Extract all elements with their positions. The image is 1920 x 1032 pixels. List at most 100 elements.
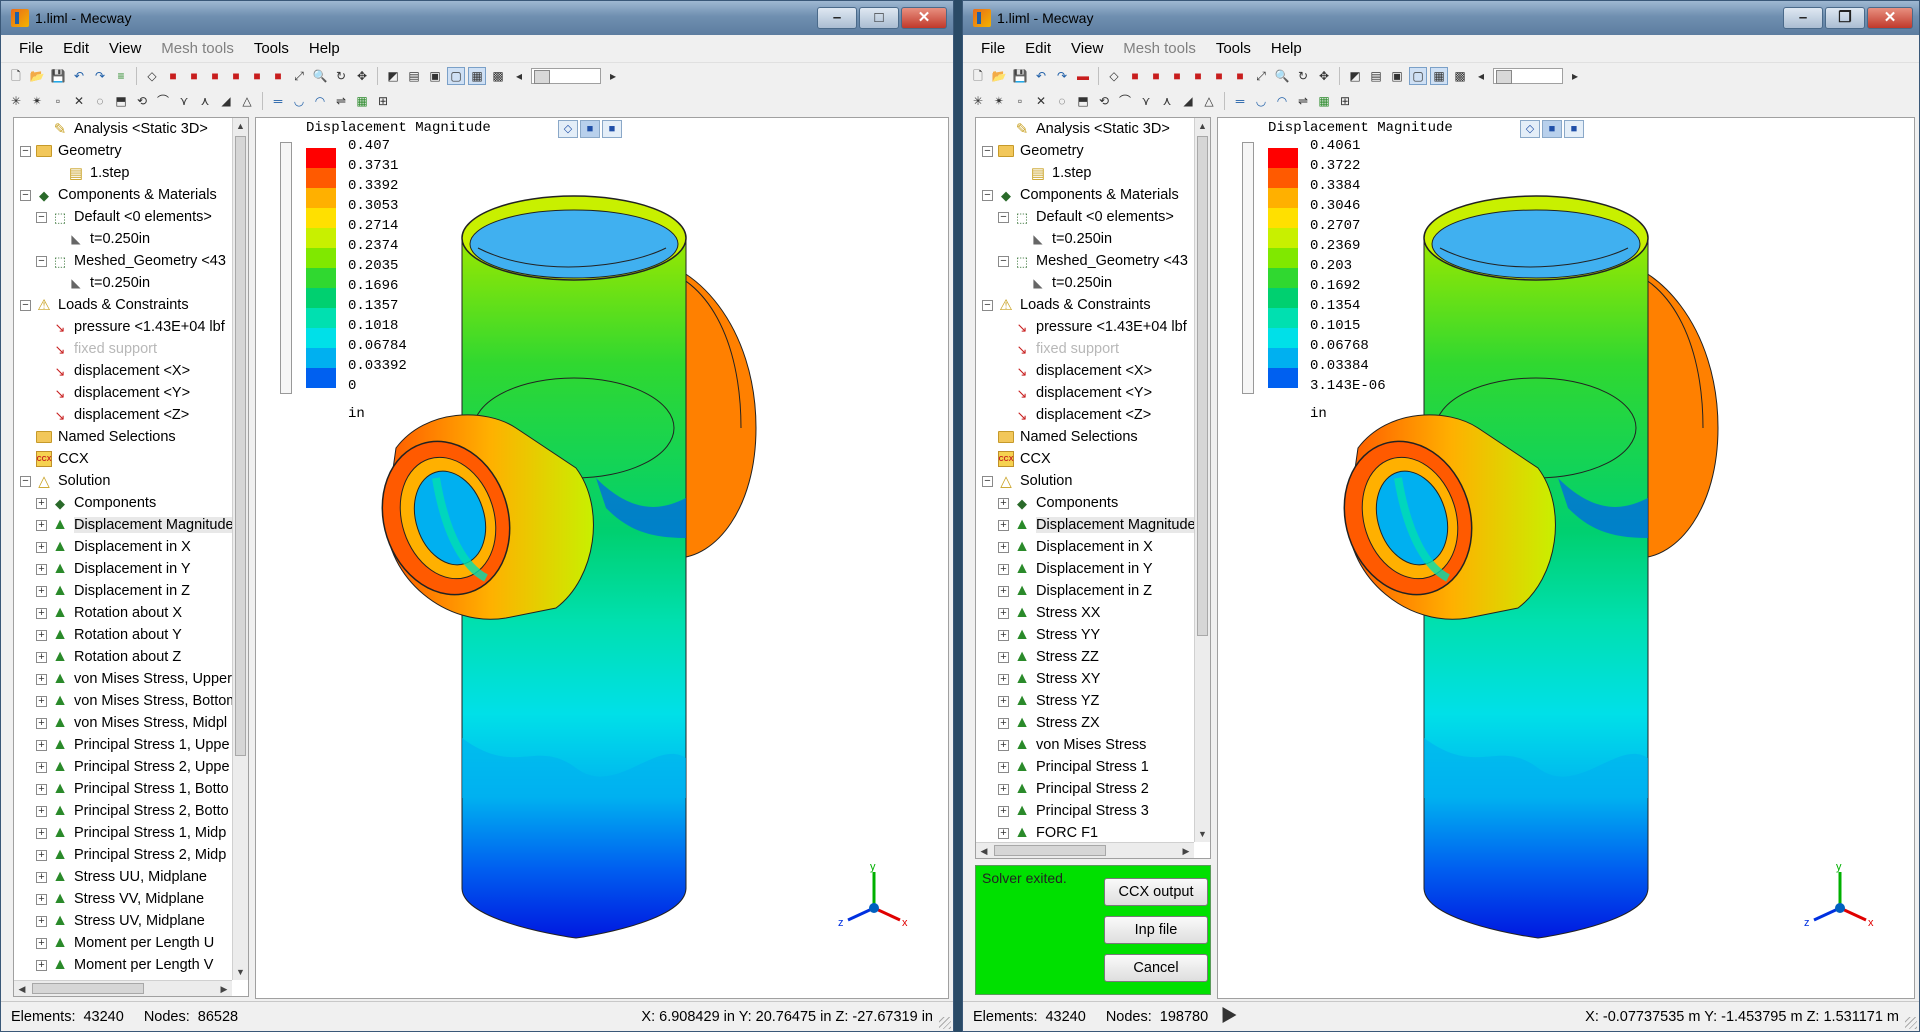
tree-item[interactable]: + ▲ Principal Stress 1, Midp	[14, 822, 232, 844]
dimension-icon[interactable]: ⇌	[332, 92, 350, 110]
tree-item[interactable]: ↘ displacement <Y>	[976, 382, 1194, 404]
sweep-icon[interactable]: ⌒	[154, 92, 172, 110]
convert-icon[interactable]: ◢	[217, 92, 235, 110]
menu-help[interactable]: Help	[1261, 40, 1312, 57]
tree-item[interactable]: + ▲ Stress YY	[976, 624, 1194, 646]
tree-item[interactable]: + ▲ von Mises Stress, Bottom	[14, 690, 238, 712]
minimize-button[interactable]: –	[1783, 7, 1823, 29]
tree-item[interactable]: − ⬚ Default <0 elements>	[14, 206, 232, 228]
tree-item[interactable]: ↘ displacement <X>	[14, 360, 232, 382]
chevron-right-icon[interactable]: ▸	[1566, 67, 1584, 85]
tree-vertical-scrollbar[interactable]: ▲ ▼	[232, 118, 248, 980]
grid-icon[interactable]: ⊞	[374, 92, 392, 110]
collapse-icon[interactable]: −	[36, 255, 47, 267]
tree-item[interactable]: ↘ displacement <Y>	[14, 382, 232, 404]
tree-item[interactable]: CCX CCX	[976, 448, 1194, 470]
scroll-right-icon[interactable]: ▶	[216, 981, 232, 996]
expand-icon[interactable]: +	[36, 673, 47, 685]
expand-icon[interactable]: +	[998, 497, 1009, 509]
tree-item[interactable]: + ▲ Rotation about Z	[14, 646, 232, 668]
expand-icon[interactable]: +	[998, 805, 1009, 817]
tree-item[interactable]: + ▲ Principal Stress 2, Uppe	[14, 756, 232, 778]
view-bottom-icon[interactable]: ■	[269, 67, 287, 85]
view-right-icon[interactable]: ■	[227, 67, 245, 85]
tree-item[interactable]: ◣ t=0.250in	[14, 228, 232, 250]
revolve-icon[interactable]: ⟲	[133, 92, 151, 110]
tree-item[interactable]: + ▲ Principal Stress 1, Uppe	[14, 734, 232, 756]
new-file-icon[interactable]: 🗋	[969, 67, 987, 85]
tree-item[interactable]: − ⚠ Loads & Constraints	[976, 294, 1194, 316]
graphics-viewport[interactable]: Displacement Magnitude ◇ ■ ■ 0.407 0.3731…	[255, 117, 949, 999]
expand-icon[interactable]: +	[36, 893, 47, 905]
tree-item[interactable]: + ▲ Stress UV, Midplane	[14, 910, 232, 932]
tree-item[interactable]: + ▲ Principal Stress 1	[976, 756, 1194, 778]
scroll-thumb[interactable]	[1197, 136, 1208, 636]
close-button[interactable]: ✕	[901, 7, 947, 29]
chevron-left-icon[interactable]: ◂	[1472, 67, 1490, 85]
tee-pipe-contour-plot[interactable]	[1298, 178, 1838, 978]
menu-tools[interactable]: Tools	[1206, 40, 1261, 57]
view-top-icon[interactable]: ■	[248, 67, 266, 85]
tee-pipe-contour-plot[interactable]	[336, 178, 876, 978]
tree-item[interactable]: − Geometry	[976, 140, 1194, 162]
tree-item[interactable]: ▤ 1.step	[976, 162, 1194, 184]
shading-icon[interactable]: ▤	[1367, 67, 1385, 85]
expand-icon[interactable]: +	[36, 651, 47, 663]
tree-item[interactable]: + ◆ Components	[976, 492, 1194, 514]
tree-item[interactable]: + ▲ Stress ZZ	[976, 646, 1194, 668]
arc-tool-icon[interactable]: ◡	[290, 92, 308, 110]
close-button[interactable]: ✕	[1867, 7, 1913, 29]
color-map-icon[interactable]: ▦	[353, 92, 371, 110]
tree-item[interactable]: + ▲ Displacement in Z	[976, 580, 1194, 602]
legend-range-slider[interactable]	[1242, 142, 1254, 394]
grid-icon[interactable]: ⊞	[1336, 92, 1354, 110]
tree-item[interactable]: + ▲ von Mises Stress	[976, 734, 1194, 756]
title-bar[interactable]: 1.liml - Mecway – □ ✕	[1, 1, 953, 35]
expand-icon[interactable]: +	[998, 673, 1009, 685]
menu-tools[interactable]: Tools	[244, 40, 299, 57]
triangle-icon[interactable]: △	[238, 92, 256, 110]
mesh-view-icon[interactable]: ▩	[489, 67, 507, 85]
triangle-icon[interactable]: △	[1200, 92, 1218, 110]
resize-grip[interactable]	[1905, 1017, 1917, 1029]
undo-icon[interactable]: ↶	[1032, 67, 1050, 85]
deformation-slider[interactable]	[1493, 67, 1563, 84]
view-solid-icon[interactable]: ■	[1542, 120, 1562, 138]
tree-horizontal-scrollbar[interactable]: ◀ ▶	[976, 842, 1194, 858]
delete-icon[interactable]: ✕	[70, 92, 88, 110]
expand-icon[interactable]: +	[36, 783, 47, 795]
view-iso-icon[interactable]: ◇	[143, 67, 161, 85]
expand-icon[interactable]: +	[36, 739, 47, 751]
menu-help[interactable]: Help	[299, 40, 350, 57]
collapse-icon[interactable]: −	[20, 475, 31, 487]
save-icon[interactable]: 💾	[49, 67, 67, 85]
collapse-icon[interactable]: −	[982, 189, 993, 201]
tree-item[interactable]: Named Selections	[976, 426, 1194, 448]
tree-item[interactable]: + ▲ Displacement in Y	[14, 558, 232, 580]
redo-icon[interactable]: ↷	[91, 67, 109, 85]
tree-item[interactable]: − △ Solution	[14, 470, 232, 492]
expand-icon[interactable]: +	[998, 695, 1009, 707]
pan-icon[interactable]: ✥	[1315, 67, 1333, 85]
outline-tree[interactable]: ✎ Analysis <Static 3D> − Geometry ▤ 1.step − ◆ C…	[13, 117, 249, 997]
menu-file[interactable]: File	[9, 40, 53, 57]
wireframe-icon[interactable]: ▣	[426, 67, 444, 85]
expand-icon[interactable]: +	[36, 607, 47, 619]
menu-edit[interactable]: Edit	[1015, 40, 1061, 57]
tree-item[interactable]: − ⬚ Meshed_Geometry <43	[14, 250, 232, 272]
tree-item[interactable]: + ▲ Principal Stress 2, Botto	[14, 800, 232, 822]
tree-item[interactable]: ↘ displacement <X>	[976, 360, 1194, 382]
line-tool-icon[interactable]: ═	[269, 92, 287, 110]
ccx-output-button[interactable]: CCX output	[1104, 878, 1208, 906]
scroll-right-icon[interactable]: ▶	[1178, 843, 1194, 858]
expand-icon[interactable]: +	[998, 739, 1009, 751]
tree-item[interactable]: + ▲ FORC F1	[976, 822, 1194, 844]
save-icon[interactable]: 💾	[1011, 67, 1029, 85]
shading-icon[interactable]: ▤	[405, 67, 423, 85]
view-shaded-icon[interactable]: ■	[1564, 120, 1584, 138]
maximize-button[interactable]: □	[859, 7, 899, 29]
open-file-icon[interactable]: 📂	[990, 67, 1008, 85]
render-mode-icon[interactable]: ◩	[384, 67, 402, 85]
expand-icon[interactable]: +	[998, 651, 1009, 663]
tree-item[interactable]: + ▲ Displacement in Z	[14, 580, 232, 602]
